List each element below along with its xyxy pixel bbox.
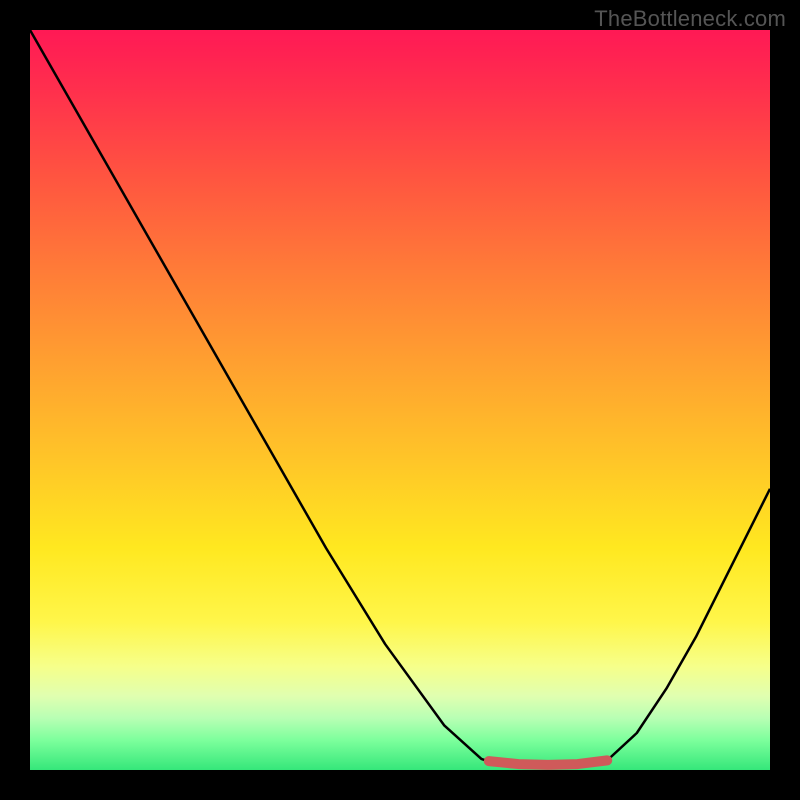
plot-area [30,30,770,770]
watermark-text: TheBottleneck.com [594,6,786,32]
chart-frame: TheBottleneck.com [0,0,800,800]
chart-svg [30,30,770,770]
left-curve-line [30,30,496,764]
valley-flat-line [489,760,607,764]
right-curve-line [607,489,770,761]
